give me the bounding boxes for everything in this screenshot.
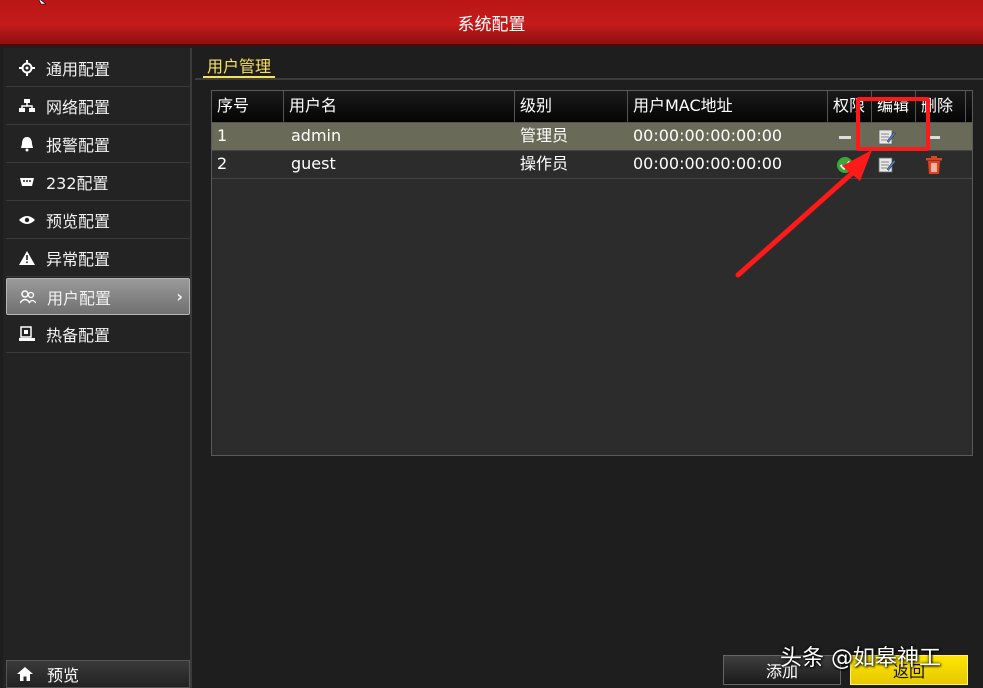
- sidebar-item-hot-spare[interactable]: 热备配置: [6, 316, 190, 353]
- sidebar-item-label: 232配置: [46, 174, 109, 193]
- sidebar: 通用配置 网络配置 报警配置 232配置 预览配置 异常配置 用户配置 › 热备…: [3, 48, 192, 688]
- hot-spare-icon: [16, 325, 38, 343]
- cell-level: 操作员: [520, 154, 569, 173]
- column-header-mac[interactable]: 用户MAC地址: [628, 91, 828, 123]
- trash-icon[interactable]: [924, 155, 944, 175]
- gear-icon: [16, 59, 38, 77]
- column-header-index[interactable]: 序号: [212, 91, 284, 123]
- preview-button-label: 预览: [47, 666, 80, 685]
- permission-none-icon: [835, 127, 855, 147]
- tab-user-management[interactable]: 用户管理: [203, 53, 276, 78]
- window-title: 系统配置: [457, 14, 526, 35]
- column-header-username[interactable]: 用户名: [284, 91, 515, 123]
- warning-icon: [16, 249, 38, 267]
- eye-icon: [16, 211, 38, 229]
- sidebar-item-label: 预览配置: [46, 212, 111, 231]
- sidebar-item-alarm[interactable]: 报警配置: [6, 126, 190, 163]
- alarm-icon: [16, 135, 38, 153]
- serial-port-icon: [16, 173, 38, 191]
- sidebar-item-user[interactable]: 用户配置 ›: [6, 278, 190, 315]
- sidebar-item-general[interactable]: 通用配置: [6, 50, 190, 87]
- section-divider: [195, 78, 983, 80]
- cell-index: 1: [217, 126, 228, 145]
- sidebar-item-label: 用户配置: [47, 288, 112, 308]
- sidebar-item-label: 网络配置: [46, 98, 111, 117]
- cell-level: 管理员: [520, 126, 569, 145]
- preview-button[interactable]: 预览: [6, 660, 190, 688]
- sidebar-item-network[interactable]: 网络配置: [6, 88, 190, 125]
- table-row[interactable]: 2 guest 操作员 00:00:00:00:00:00: [212, 151, 972, 179]
- network-icon: [16, 97, 38, 115]
- sidebar-item-label: 通用配置: [46, 60, 111, 79]
- sidebar-item-label: 热备配置: [46, 326, 111, 345]
- sidebar-item-label: 异常配置: [46, 250, 111, 269]
- cell-mac: 00:00:00:00:00:00: [633, 126, 783, 145]
- mouse-cursor-icon: [38, 0, 46, 5]
- cell-username: admin: [291, 126, 342, 145]
- sidebar-item-exception[interactable]: 异常配置: [6, 240, 190, 277]
- chevron-right-icon: ›: [176, 287, 183, 306]
- title-bar: 系统配置: [0, 0, 983, 46]
- check-icon[interactable]: [835, 155, 855, 175]
- sidebar-item-preview-config[interactable]: 预览配置: [6, 202, 190, 239]
- watermark-text: 头条 @如皋神工: [780, 646, 941, 671]
- highlight-box: [856, 97, 930, 151]
- sidebar-item-label: 报警配置: [46, 136, 111, 155]
- users-icon: [17, 288, 39, 306]
- cell-mac: 00:00:00:00:00:00: [633, 154, 783, 173]
- cell-username: guest: [291, 154, 336, 173]
- home-icon: [17, 667, 39, 681]
- cell-index: 2: [217, 154, 228, 173]
- edit-icon[interactable]: [877, 155, 897, 175]
- sidebar-item-232[interactable]: 232配置: [6, 164, 190, 201]
- column-header-level[interactable]: 级别: [515, 91, 628, 123]
